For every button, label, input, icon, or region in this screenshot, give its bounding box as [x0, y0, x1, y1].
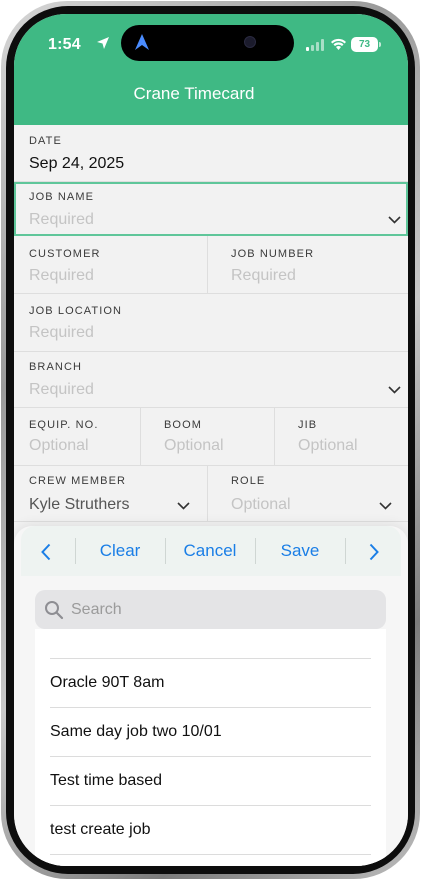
battery-tip: [379, 42, 381, 47]
app-activity-icon: [135, 34, 149, 50]
boom-placeholder: Optional: [164, 437, 224, 454]
boom-label: BOOM: [164, 419, 203, 431]
equip-no-label: EQUIP. NO.: [29, 419, 99, 431]
search-icon: [45, 601, 64, 620]
list-item[interactable]: Oracle 90T 8am: [50, 659, 371, 708]
date-label: DATE: [29, 135, 62, 147]
app-header: 1:54 73 Crane Timecard: [14, 14, 408, 125]
battery-indicator: 73: [351, 37, 378, 52]
job-picker-sheet: Clear Cancel Save Search Oracle 90T 8am …: [14, 526, 408, 866]
job-location-label: JOB LOCATION: [29, 305, 123, 317]
crew-member-field[interactable]: CREW MEMBER Kyle Struthers: [14, 466, 207, 521]
crew-member-value: Kyle Struthers: [29, 496, 130, 513]
list-item[interactable]: test create job: [50, 806, 371, 855]
job-number-placeholder: Required: [231, 267, 296, 284]
job-name-label: JOB NAME: [29, 191, 95, 203]
list-item-label: Test time based: [50, 772, 163, 789]
picker-toolbar: Clear Cancel Save: [21, 526, 401, 576]
job-name-placeholder: Required: [29, 211, 94, 228]
chevron-right-icon[interactable]: [369, 543, 379, 561]
customer-jobnumber-row: CUSTOMER Required JOB NUMBER Required: [14, 236, 408, 294]
role-label: ROLE: [231, 475, 266, 487]
chevron-down-icon: [388, 386, 401, 394]
status-time: 1:54: [48, 36, 81, 53]
role-placeholder: Optional: [231, 496, 291, 513]
equipment-row: EQUIP. NO. Optional BOOM Optional JIB Op…: [14, 408, 408, 466]
branch-label: BRANCH: [29, 361, 83, 373]
page-title: Crane Timecard: [133, 84, 255, 103]
list-item[interactable]: [50, 629, 371, 659]
search-placeholder: Search: [71, 601, 122, 618]
chevron-left-icon[interactable]: [41, 543, 51, 561]
list-item-label: Same day job two 10/01: [50, 723, 222, 740]
list-item-label: test create job: [50, 821, 151, 838]
job-number-label: JOB NUMBER: [231, 248, 315, 260]
equip-no-placeholder: Optional: [29, 437, 89, 454]
branch-placeholder: Required: [29, 381, 94, 398]
job-list: Oracle 90T 8am Same day job two 10/01 Te…: [35, 629, 386, 866]
jib-placeholder: Optional: [298, 437, 358, 454]
chevron-down-icon: [388, 216, 401, 224]
cancel-button[interactable]: Cancel: [165, 541, 255, 561]
clear-button[interactable]: Clear: [75, 541, 165, 561]
jib-label: JIB: [298, 419, 318, 431]
location-arrow-icon: [97, 37, 109, 49]
list-item-label: Oracle 90T 8am: [50, 674, 165, 691]
camera-icon: [244, 36, 256, 48]
crew-member-label: CREW MEMBER: [29, 475, 127, 487]
customer-placeholder: Required: [29, 267, 94, 284]
branch-field[interactable]: BRANCH Required: [14, 352, 408, 408]
jib-field[interactable]: JIB Optional: [274, 408, 408, 465]
job-name-field[interactable]: JOB NAME Required: [14, 182, 408, 236]
customer-field[interactable]: CUSTOMER Required: [14, 236, 207, 293]
job-number-field[interactable]: JOB NUMBER Required: [207, 236, 408, 293]
list-item[interactable]: Test time based: [50, 757, 371, 806]
chevron-down-icon: [379, 502, 392, 510]
list-item[interactable]: Same day job two 10/01: [50, 708, 371, 757]
toolbar-divider: [345, 538, 346, 564]
timecard-form: DATE Sep 24, 2025 JOB NAME Required CUST…: [14, 125, 408, 522]
chevron-down-icon: [177, 502, 190, 510]
job-location-field[interactable]: JOB LOCATION Required: [14, 294, 408, 352]
customer-label: CUSTOMER: [29, 248, 101, 260]
date-value: Sep 24, 2025: [29, 155, 125, 172]
date-field[interactable]: DATE Sep 24, 2025: [14, 125, 408, 182]
save-button[interactable]: Save: [255, 541, 345, 561]
boom-field[interactable]: BOOM Optional: [140, 408, 274, 465]
crew-row: CREW MEMBER Kyle Struthers ROLE Optional: [14, 466, 408, 522]
equip-no-field[interactable]: EQUIP. NO. Optional: [14, 408, 140, 465]
screen: 1:54 73 Crane Timecard DATE Sep 24, 2025: [14, 14, 408, 866]
wifi-icon: [331, 38, 346, 50]
cellular-signal-icon: [306, 39, 324, 51]
role-field[interactable]: ROLE Optional: [207, 466, 408, 521]
job-location-placeholder: Required: [29, 324, 94, 341]
